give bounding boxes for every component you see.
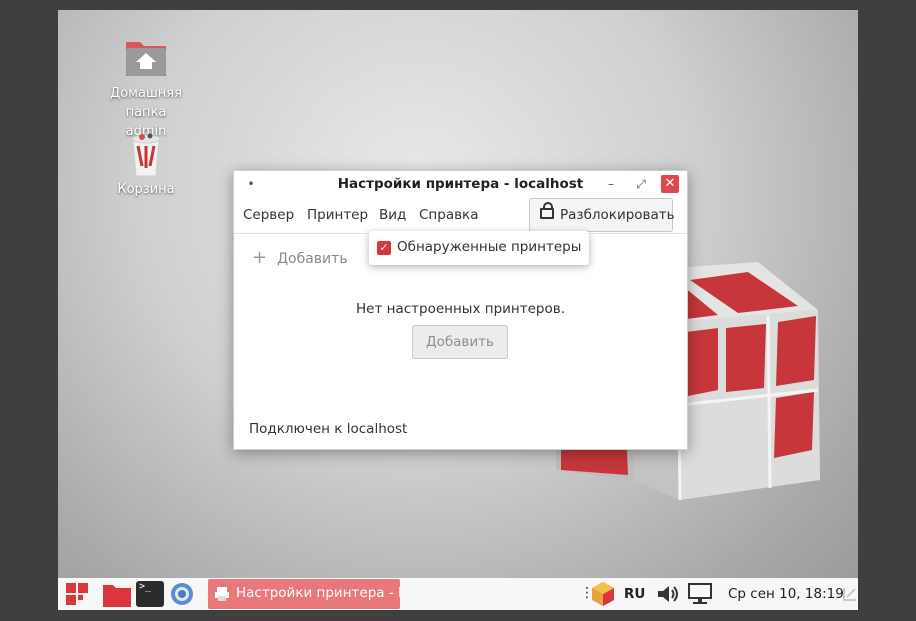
toolbar-add-button[interactable]: + Добавить: [252, 247, 348, 268]
clock[interactable]: Ср сен 10, 18:19: [728, 586, 844, 602]
printer-icon: [215, 587, 229, 601]
menu-printer[interactable]: Принтер: [307, 207, 368, 223]
taskbar-item-label: Настройки принтера - l...: [236, 585, 415, 601]
browser-icon[interactable]: [170, 582, 194, 606]
volume-icon[interactable]: [657, 584, 679, 604]
menu-help[interactable]: Справка: [419, 207, 478, 223]
plus-icon: +: [252, 247, 268, 268]
status-text: Подключен к localhost: [249, 421, 408, 437]
keyboard-layout-indicator[interactable]: RU: [624, 586, 645, 602]
taskbar-item-printer-settings[interactable]: Настройки принтера - l...: [208, 579, 415, 609]
menu-server[interactable]: Сервер: [243, 207, 294, 223]
menu-item-discovered-printers[interactable]: ✓ Обнаруженные принтеры: [369, 231, 589, 265]
unlock-button[interactable]: Разблокировать: [529, 198, 675, 232]
desktop-icon-home[interactable]: Домашняя папка admin: [91, 36, 201, 141]
network-icon[interactable]: [688, 583, 712, 605]
maximize-icon[interactable]: ⤢: [632, 175, 650, 193]
trash-icon: [122, 132, 170, 177]
toolbar-add-label: Добавить: [277, 251, 348, 267]
menu-view[interactable]: Вид: [379, 207, 406, 223]
start-menu-icon[interactable]: [66, 583, 90, 607]
desktop-icon-trash-label: Корзина: [117, 182, 175, 197]
discovered-printers-label: Обнаруженные принтеры: [397, 239, 582, 255]
empty-message: Нет настроенных принтеров.: [356, 301, 565, 317]
lock-icon: [540, 202, 554, 219]
unlock-button-label: Разблокировать: [560, 207, 675, 223]
desktop-icon-home-label: Домашняя папка: [110, 86, 182, 120]
terminal-icon[interactable]: >_: [136, 581, 164, 607]
home-folder-icon: [122, 36, 170, 80]
taskbar: >_ ⋮ Настройки принтера - l... ⋮ RU Ср с…: [58, 578, 858, 610]
desktop: Домашняя папка admin Корзина • Настройки…: [58, 10, 858, 610]
printer-settings-window: • Настройки принтера - localhost – ⤢ ✕ С…: [233, 170, 688, 450]
close-icon[interactable]: ✕: [661, 175, 679, 193]
view-menu-popup: ✓ Обнаруженные принтеры: [369, 231, 589, 265]
checkbox-checked-icon[interactable]: ✓: [377, 241, 391, 255]
package-update-icon[interactable]: [591, 581, 615, 607]
add-printer-button[interactable]: Добавить: [412, 325, 508, 359]
file-manager-icon[interactable]: [102, 581, 132, 608]
window-titlebar[interactable]: • Настройки принтера - localhost – ⤢ ✕: [234, 171, 687, 198]
desktop-icon-trash[interactable]: Корзина: [91, 132, 201, 199]
show-desktop-icon[interactable]: [843, 587, 857, 601]
menubar: Сервер Принтер Вид Справка Разблокироват…: [234, 198, 687, 234]
minimize-icon[interactable]: –: [602, 175, 620, 193]
